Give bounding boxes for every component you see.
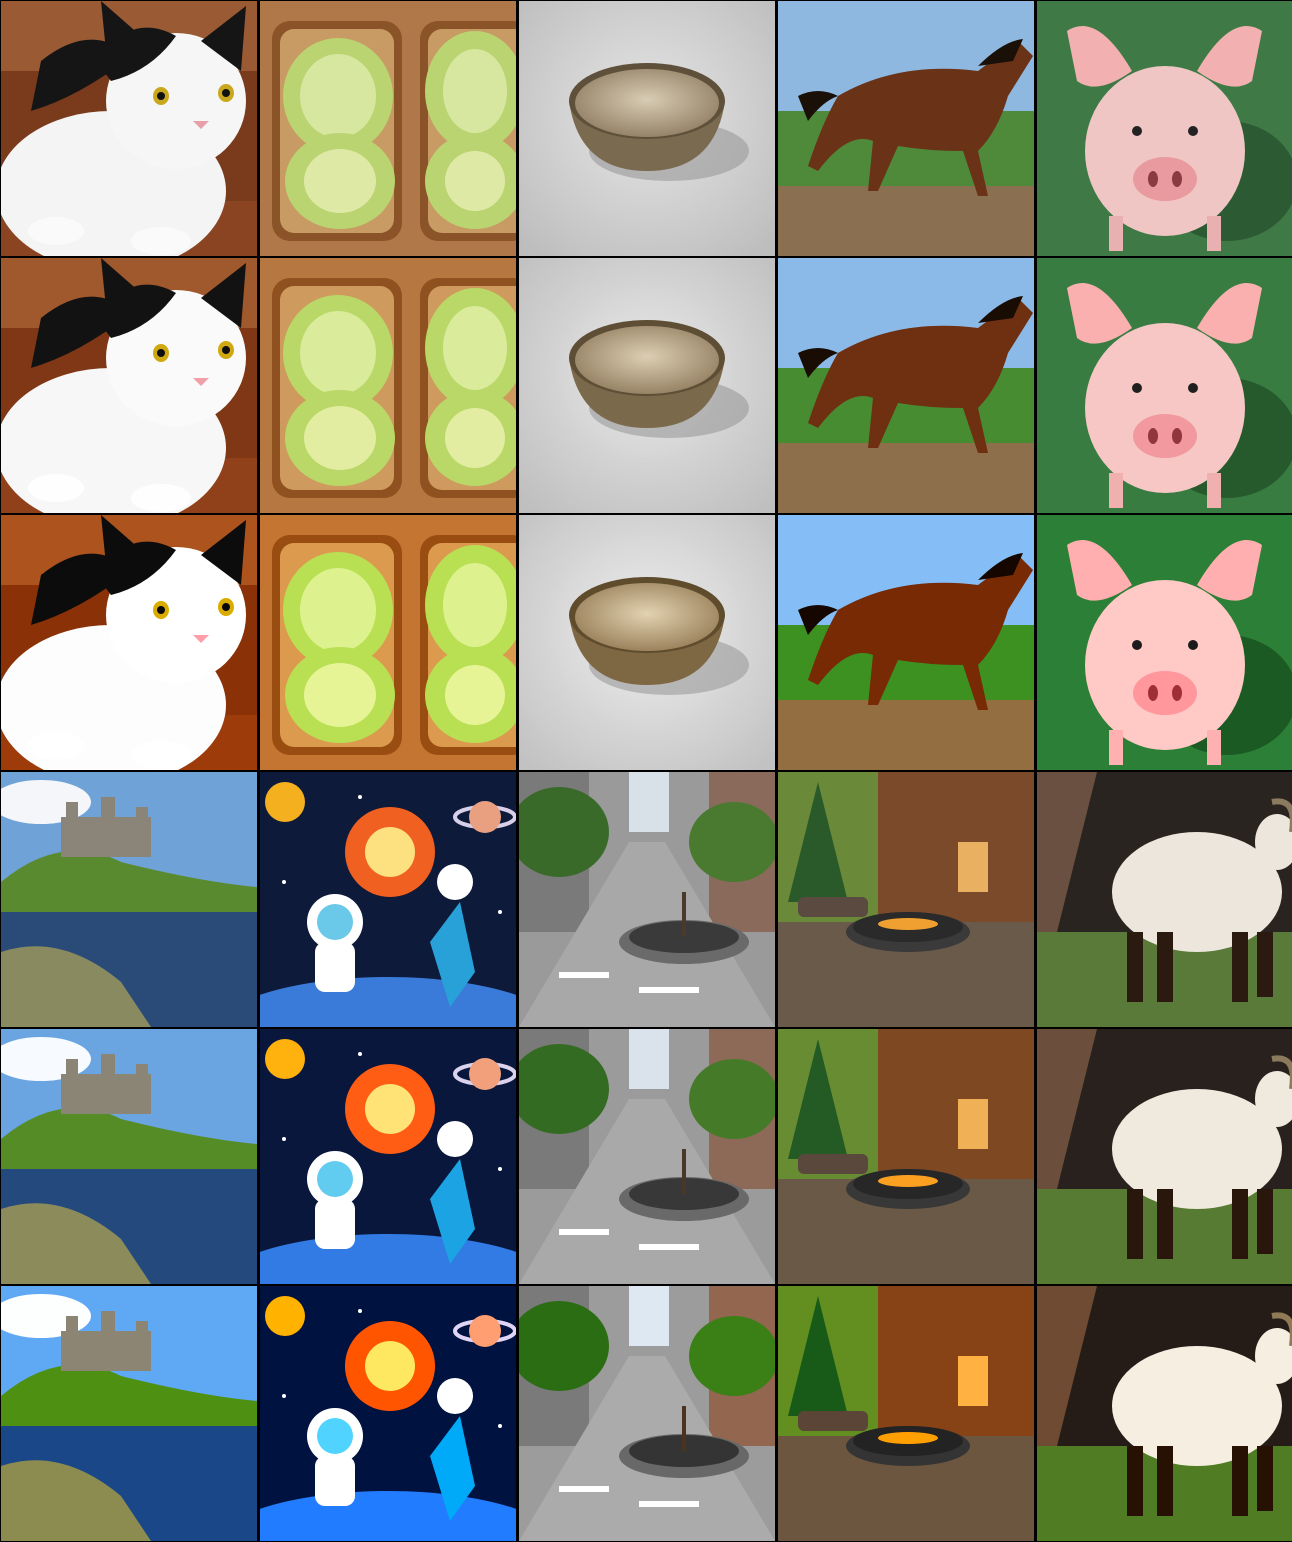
- pig-icon: [1037, 515, 1292, 770]
- grid-cell: [260, 1, 516, 256]
- image-grid: [0, 0, 1292, 1542]
- cat-icon: [1, 1, 257, 256]
- bowl-icon: [519, 258, 775, 513]
- pig-icon: [1037, 258, 1292, 513]
- bowl-icon: [519, 515, 775, 770]
- castle-icon: [1, 772, 257, 1027]
- city-street-icon: [519, 1029, 775, 1284]
- grid-cell: [260, 258, 516, 513]
- horse-icon: [778, 1, 1034, 256]
- castle-icon: [1, 1286, 257, 1541]
- grid-cell: [1037, 258, 1292, 513]
- grid-cell: [1037, 1, 1292, 256]
- cat-icon: [1, 258, 257, 513]
- grid-cell: [1, 258, 257, 513]
- avocado-toast-icon: [260, 258, 516, 513]
- grid-cell: [1037, 772, 1292, 1027]
- astronaut-icon: [260, 1286, 516, 1541]
- fire-pit-icon: [778, 772, 1034, 1027]
- grid-cell: [1, 1029, 257, 1284]
- grid-cell: [260, 515, 516, 770]
- fire-pit-icon: [778, 1029, 1034, 1284]
- grid-cell: [778, 1286, 1034, 1541]
- city-street-icon: [519, 1286, 775, 1541]
- grid-cell: [1037, 1286, 1292, 1541]
- pig-icon: [1037, 1, 1292, 256]
- fire-pit-icon: [778, 1286, 1034, 1541]
- grid-cell: [778, 1029, 1034, 1284]
- grid-cell: [519, 515, 775, 770]
- grid-cell: [260, 772, 516, 1027]
- grid-cell: [260, 1286, 516, 1541]
- goat-icon: [1037, 1286, 1292, 1541]
- grid-cell: [1, 1286, 257, 1541]
- astronaut-icon: [260, 772, 516, 1027]
- grid-cell: [519, 1286, 775, 1541]
- grid-cell: [260, 1029, 516, 1284]
- grid-cell: [778, 515, 1034, 770]
- grid-cell: [519, 1029, 775, 1284]
- grid-cell: [1037, 1029, 1292, 1284]
- goat-icon: [1037, 772, 1292, 1027]
- grid-cell: [778, 772, 1034, 1027]
- grid-cell: [778, 258, 1034, 513]
- grid-cell: [519, 258, 775, 513]
- grid-cell: [519, 1, 775, 256]
- astronaut-icon: [260, 1029, 516, 1284]
- horse-icon: [778, 258, 1034, 513]
- city-street-icon: [519, 772, 775, 1027]
- goat-icon: [1037, 1029, 1292, 1284]
- grid-cell: [1037, 515, 1292, 770]
- grid-cell: [519, 772, 775, 1027]
- avocado-toast-icon: [260, 515, 516, 770]
- bowl-icon: [519, 1, 775, 256]
- grid-cell: [778, 1, 1034, 256]
- grid-cell: [1, 515, 257, 770]
- grid-cell: [1, 1, 257, 256]
- cat-icon: [1, 515, 257, 770]
- grid-cell: [1, 772, 257, 1027]
- castle-icon: [1, 1029, 257, 1284]
- avocado-toast-icon: [260, 1, 516, 256]
- horse-icon: [778, 515, 1034, 770]
